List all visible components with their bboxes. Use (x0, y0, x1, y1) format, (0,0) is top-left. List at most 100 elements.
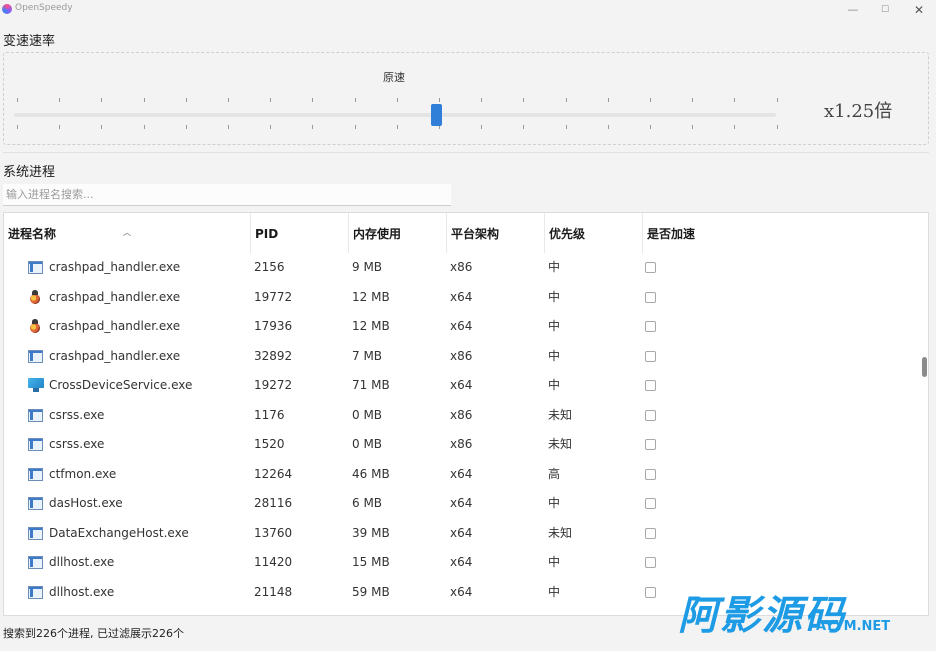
process-pid: 28116 (254, 496, 293, 510)
accelerate-checkbox[interactable] (645, 468, 656, 480)
accelerate-checkbox[interactable] (645, 498, 656, 509)
table-row[interactable]: dasHost.exe 28116 6 MB x64 中 (4, 489, 914, 519)
speed-slider-track[interactable] (14, 113, 776, 117)
process-arch: x64 (450, 289, 473, 304)
slider-tick-mark (270, 98, 272, 102)
process-pid: 11420 (254, 555, 293, 569)
column-header-name[interactable]: ︿ 进程名称 (4, 213, 249, 253)
process-arch: x64 (450, 555, 473, 569)
process-memory: 9 MB (352, 260, 383, 274)
process-priority: 中 (548, 348, 561, 363)
process-memory: 12 MB (352, 289, 390, 304)
table-header: ︿ 进程名称 PID 内存使用 平台架构 优先级 是否加速 (4, 213, 914, 253)
slider-tick-mark (354, 125, 356, 129)
process-memory: 46 MB (352, 466, 390, 481)
accelerate-checkbox[interactable] (645, 262, 656, 273)
table-row[interactable]: crashpad_handler.exe 32892 7 MB x86 中 (4, 342, 914, 372)
app-window-icon (28, 408, 43, 422)
process-pid: 1176 (254, 407, 285, 422)
process-name: dllhost.exe (49, 555, 115, 569)
process-priority: 未知 (548, 525, 573, 540)
slider-tick-mark (734, 125, 736, 129)
process-name: crashpad_handler.exe (49, 319, 181, 333)
table-scrollbar[interactable] (919, 213, 928, 615)
accelerate-checkbox[interactable] (645, 350, 656, 362)
slider-tick-mark (143, 98, 145, 102)
process-search-input[interactable] (3, 184, 451, 206)
table-row[interactable]: crashpad_handler.exe 2156 9 MB x86 中 (4, 253, 914, 283)
slider-tick-mark (692, 98, 694, 102)
process-pid: 32892 (254, 348, 293, 363)
process-arch: x86 (450, 437, 473, 451)
slider-tick-mark (607, 125, 609, 129)
process-name: dllhost.exe (49, 584, 115, 599)
process-priority: 未知 (548, 437, 573, 451)
process-memory: 0 MB (352, 437, 383, 451)
close-button[interactable]: ✕ (902, 0, 936, 20)
process-arch: x64 (450, 496, 473, 510)
process-memory: 15 MB (352, 555, 390, 569)
accelerate-checkbox[interactable] (645, 439, 656, 450)
slider-tick-mark (101, 98, 103, 102)
minimize-button[interactable]: — (836, 0, 870, 20)
accelerate-checkbox[interactable] (645, 527, 656, 539)
accelerate-checkbox[interactable] (645, 380, 656, 391)
app-window-icon (28, 526, 43, 540)
process-priority: 高 (548, 466, 561, 481)
process-priority: 中 (548, 319, 561, 333)
accelerate-checkbox[interactable] (645, 409, 656, 421)
process-name: crashpad_handler.exe (49, 260, 181, 274)
app-window-icon (28, 438, 43, 451)
process-pid: 2156 (254, 260, 285, 274)
slider-tick-mark (228, 98, 229, 102)
column-header-memory[interactable]: 内存使用 (348, 213, 446, 253)
process-pid: 19272 (254, 378, 293, 392)
slider-tick-mark (59, 125, 61, 129)
column-header-pid[interactable]: PID (250, 213, 348, 253)
speed-value-display: x1.25倍 (824, 101, 893, 122)
speed-slider-thumb[interactable] (431, 104, 442, 126)
table-row[interactable]: CrossDeviceService.exe 19272 71 MB x64 中 (4, 371, 914, 401)
table-row[interactable]: csrss.exe 1520 0 MB x86 未知 (4, 430, 914, 460)
slider-center-label: 原速 (383, 71, 405, 84)
slider-tick-mark (143, 125, 145, 129)
process-memory: 59 MB (352, 584, 390, 599)
table-row[interactable]: dllhost.exe 11420 15 MB x64 中 (4, 548, 914, 578)
process-priority: 中 (548, 289, 561, 304)
accelerate-checkbox[interactable] (645, 586, 656, 598)
process-name: CrossDeviceService.exe (49, 378, 193, 392)
column-header-arch[interactable]: 平台架构 (446, 213, 544, 253)
process-memory: 6 MB (352, 496, 383, 510)
app-window-icon (28, 585, 43, 599)
column-header-accelerate[interactable]: 是否加速 (642, 213, 914, 253)
maximize-button[interactable]: ☐ (868, 0, 902, 20)
slider-tick-mark (734, 98, 736, 102)
process-arch: x64 (450, 378, 473, 392)
process-arch: x64 (450, 319, 473, 333)
process-pid: 21148 (254, 584, 293, 599)
accelerate-checkbox[interactable] (645, 321, 656, 332)
watermark-sub-text: AYYM.NET (816, 619, 891, 634)
table-row[interactable]: DataExchangeHost.exe 13760 39 MB x64 未知 (4, 519, 914, 549)
sort-ascending-icon: ︿ (123, 228, 131, 237)
process-memory: 12 MB (352, 319, 390, 333)
accelerate-checkbox[interactable] (645, 291, 656, 303)
column-header-priority[interactable]: 优先级 (544, 213, 642, 253)
process-name: dasHost.exe (49, 496, 123, 510)
process-arch: x86 (450, 407, 473, 422)
slider-tick-mark (481, 125, 483, 129)
table-row[interactable]: crashpad_handler.exe 17936 12 MB x64 中 (4, 312, 914, 342)
scrollbar-thumb[interactable] (922, 357, 927, 377)
process-priority: 中 (548, 260, 561, 274)
table-row[interactable]: crashpad_handler.exe 19772 12 MB x64 中 (4, 283, 914, 313)
slider-tick-mark (439, 98, 440, 102)
slider-tick-mark (354, 98, 356, 102)
process-name: csrss.exe (49, 407, 105, 422)
slider-tick-mark (650, 98, 651, 102)
table-row[interactable]: csrss.exe 1176 0 MB x86 未知 (4, 401, 914, 431)
slider-tick-mark (396, 98, 398, 102)
table-row[interactable]: ctfmon.exe 12264 46 MB x64 高 (4, 460, 914, 490)
process-pid: 19772 (254, 289, 293, 304)
accelerate-checkbox[interactable] (645, 557, 656, 568)
watermark-logo: 阿影源码 AYYM.NET (678, 583, 908, 641)
